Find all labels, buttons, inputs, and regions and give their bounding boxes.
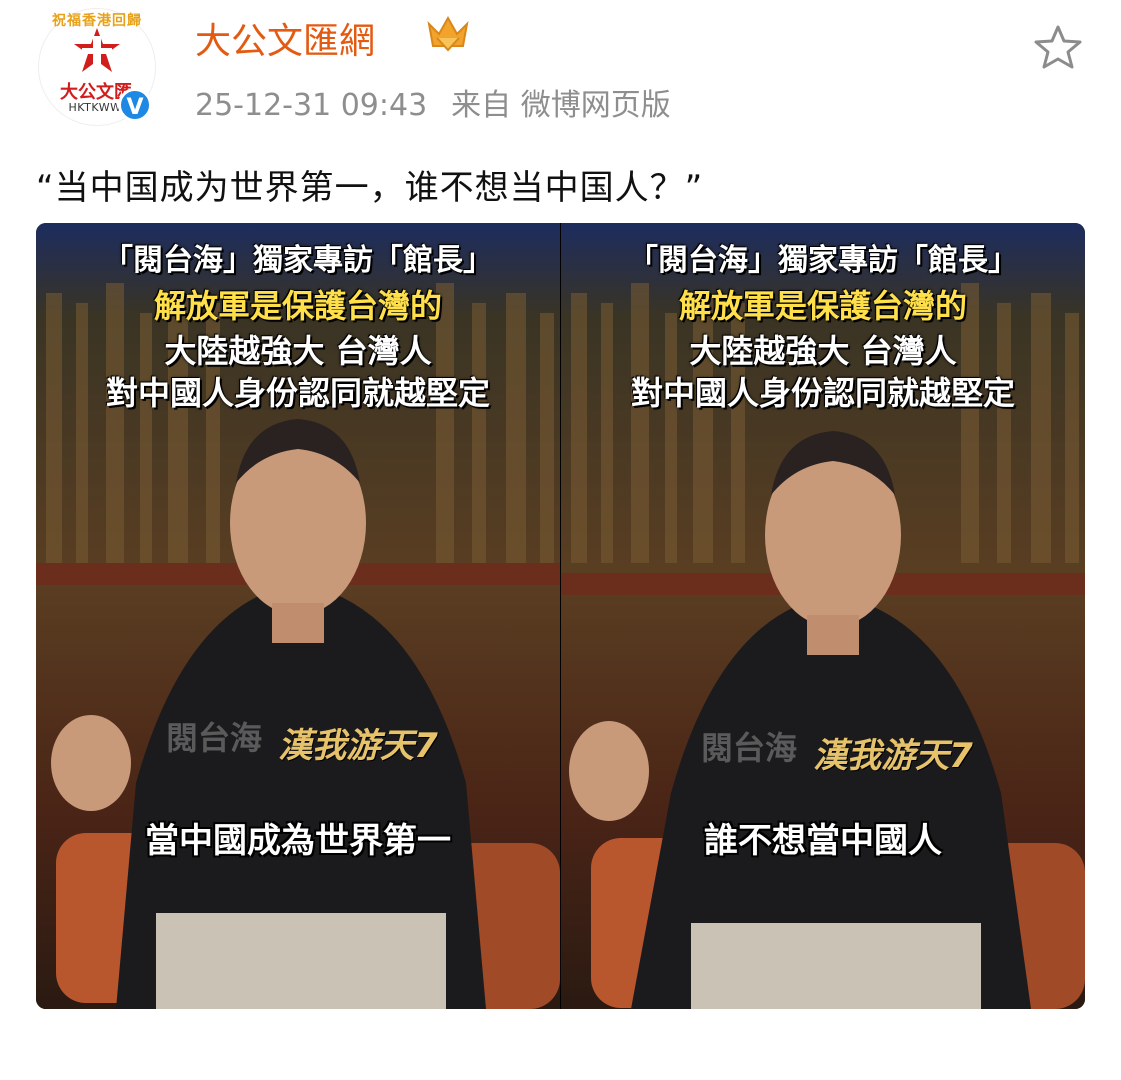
headline-line-3: 大陸越強大 台灣人 — [689, 332, 957, 370]
headline-line-4: 對中國人身份認同就越堅定 — [630, 374, 1015, 412]
account-username[interactable]: 大公文匯網 — [195, 12, 375, 64]
headline-line-3: 大陸越強大 台灣人 — [164, 332, 432, 370]
star-icon[interactable] — [1033, 24, 1083, 70]
subtitle: 誰不想當中國人 — [704, 821, 942, 861]
post-media[interactable]: 「閱台海」獨家專訪「館長」 解放軍是保護台灣的 大陸越強大 台灣人 對中國人身份… — [36, 223, 1085, 1009]
headline-line-2: 解放軍是保護台灣的 — [678, 287, 967, 325]
watermark: 閱台海 — [166, 719, 263, 757]
headline-line-4: 對中國人身份認同就越堅定 — [105, 374, 490, 412]
headline-line-2: 解放軍是保護台灣的 — [153, 287, 442, 325]
crown-icon — [427, 15, 469, 52]
shirt-text: 漢我游天7 — [813, 736, 973, 776]
verified-badge: V — [118, 88, 152, 122]
post-meta: 25-12-31 09:43 来自 微博网页版 — [195, 80, 671, 124]
post-text: “当中国成为世界第一，谁不想当中国人？” — [36, 168, 704, 208]
post-source: 来自 微博网页版 — [451, 88, 671, 123]
post-timestamp[interactable]: 25-12-31 09:43 — [195, 88, 427, 123]
headline-line-1: 「閱台海」獨家專訪「館長」 — [628, 243, 1018, 278]
watermark: 閱台海 — [701, 729, 798, 767]
headline-line-1: 「閱台海」獨家專訪「館長」 — [103, 243, 493, 278]
logo-mark-icon — [74, 28, 120, 72]
subtitle: 當中國成為世界第一 — [145, 821, 451, 861]
media-image-1[interactable]: 「閱台海」獨家專訪「館長」 解放軍是保護台灣的 大陸越強大 台灣人 對中國人身份… — [36, 223, 560, 1009]
shirt-text: 漢我游天7 — [278, 726, 438, 766]
media-image-2[interactable]: 「閱台海」獨家專訪「館長」 解放軍是保護台灣的 大陸越強大 台灣人 對中國人身份… — [561, 223, 1085, 1009]
